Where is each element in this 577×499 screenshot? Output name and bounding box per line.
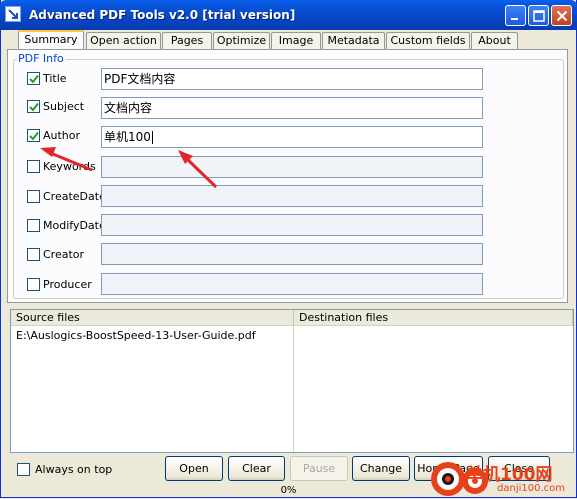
pause-button[interactable]: Pause: [290, 456, 348, 481]
tab-open-action[interactable]: Open action: [86, 32, 161, 49]
title-field[interactable]: PDF文档内容: [101, 68, 483, 90]
createdate-field[interactable]: [101, 185, 483, 207]
creator-field[interactable]: [101, 243, 483, 265]
modifydate-checkbox[interactable]: [27, 219, 40, 232]
file-list[interactable]: Source files Destination files E:\Auslog…: [10, 309, 574, 453]
title-bar[interactable]: Advanced PDF Tools v2.0 [trial version]: [0, 0, 577, 30]
watermark-brand: 单机100网: [466, 465, 553, 485]
close-window-button[interactable]: [551, 5, 572, 26]
column-header-source[interactable]: Source files: [11, 310, 294, 326]
checkmark-icon: [29, 102, 39, 112]
app-icon: [5, 6, 21, 22]
window-title: Advanced PDF Tools v2.0 [trial version]: [29, 8, 296, 22]
keywords-label: Keywords: [43, 160, 96, 173]
creator-label: Creator: [43, 248, 85, 261]
tab-image[interactable]: Image: [271, 32, 321, 49]
author-checkbox[interactable]: [27, 129, 40, 142]
subject-label: Subject: [43, 100, 85, 113]
keywords-field[interactable]: [101, 156, 483, 178]
title-label: Title: [43, 72, 67, 85]
producer-label: Producer: [43, 278, 92, 291]
tab-summary[interactable]: Summary: [18, 30, 84, 49]
tab-metadata[interactable]: Metadata: [322, 32, 385, 49]
text-caret: [151, 131, 153, 144]
subject-field[interactable]: 文档内容: [101, 97, 483, 119]
tab-about[interactable]: About: [471, 32, 518, 49]
createdate-checkbox[interactable]: [27, 190, 40, 203]
minimize-button[interactable]: [505, 5, 526, 26]
creator-checkbox[interactable]: [27, 248, 40, 261]
minimize-icon: [511, 18, 518, 20]
producer-checkbox[interactable]: [27, 278, 40, 291]
tab-pages[interactable]: Pages: [162, 32, 212, 49]
subject-checkbox[interactable]: [27, 100, 40, 113]
clear-button[interactable]: Clear: [228, 456, 285, 481]
list-item[interactable]: E:\Auslogics-BoostSpeed-13-User-Guide.pd…: [16, 329, 256, 342]
open-button[interactable]: Open: [165, 456, 223, 481]
always-on-top-checkbox[interactable]: [17, 463, 30, 476]
maximize-icon: [533, 10, 545, 22]
title-checkbox[interactable]: [27, 72, 40, 85]
column-divider: [293, 326, 294, 452]
always-on-top-label: Always on top: [35, 463, 113, 476]
modifydate-label: ModifyDate: [43, 219, 106, 232]
maximize-button[interactable]: [528, 5, 549, 26]
close-icon: [556, 10, 568, 22]
createdate-label: CreateDate: [43, 190, 106, 203]
watermark-url: danji100.com: [497, 483, 565, 494]
checkmark-icon: [29, 74, 39, 84]
tab-custom-fields[interactable]: Custom fields: [386, 32, 470, 49]
pdf-info-legend: PDF Info: [16, 52, 66, 65]
author-field[interactable]: 单机100: [101, 126, 483, 148]
keywords-checkbox[interactable]: [27, 160, 40, 173]
modifydate-field[interactable]: [101, 214, 483, 236]
change-button[interactable]: Change: [352, 456, 410, 481]
checkmark-icon: [29, 131, 39, 141]
author-value: 单机100: [104, 130, 151, 144]
producer-field[interactable]: [101, 273, 483, 295]
column-header-destination[interactable]: Destination files: [294, 310, 573, 326]
author-label: Author: [43, 129, 81, 142]
tab-optimize[interactable]: Optimize: [213, 32, 270, 49]
